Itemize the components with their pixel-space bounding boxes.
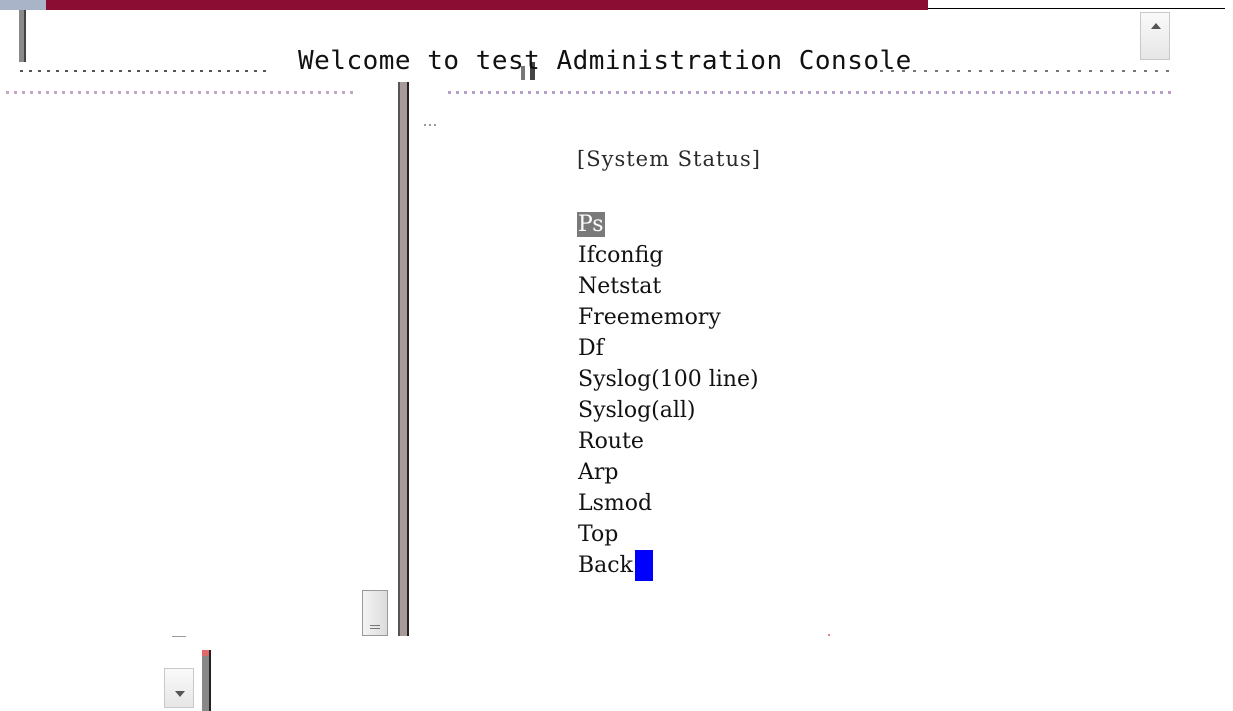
menu-item-freememory[interactable]: Freememory bbox=[577, 302, 761, 333]
menu-item-label: Freememory bbox=[578, 305, 721, 330]
menu-item-label: Route bbox=[578, 429, 644, 454]
grip-icon bbox=[370, 625, 380, 626]
menu-item-label: Arp bbox=[578, 460, 619, 485]
arrow-down-icon bbox=[175, 691, 185, 697]
menu-item-lsmod[interactable]: Lsmod bbox=[577, 488, 761, 519]
scrollbar-thumb[interactable] bbox=[362, 590, 388, 636]
menu-item-label: Df bbox=[578, 336, 604, 361]
bottom-splitter-cap bbox=[202, 650, 209, 656]
menu-item-syslog-all[interactable]: Syslog(all) bbox=[577, 395, 761, 426]
menu-item-label: Lsmod bbox=[578, 491, 653, 516]
dashed-divider-left bbox=[6, 91, 356, 94]
console-title: Welcome to test Administration Console bbox=[298, 46, 912, 76]
header-noise-right bbox=[880, 70, 1172, 72]
menu-list: Ps Ifconfig Netstat Freememory Df Syslog… bbox=[577, 209, 761, 581]
indicator-dots bbox=[424, 124, 436, 126]
pixel-artifact-line bbox=[172, 636, 186, 637]
menu-item-label: Syslog(all) bbox=[578, 398, 696, 423]
bottom-splitter bbox=[202, 650, 211, 711]
pane-splitter[interactable] bbox=[398, 82, 409, 636]
scroll-down-button[interactable] bbox=[164, 668, 194, 708]
text-cursor bbox=[634, 550, 653, 581]
menu-item-df[interactable]: Df bbox=[577, 333, 761, 364]
menu-item-label: Syslog(100 line) bbox=[578, 367, 759, 392]
arrow-up-icon bbox=[1151, 23, 1161, 29]
scroll-up-button[interactable] bbox=[1140, 12, 1170, 60]
menu-item-ifconfig[interactable]: Ifconfig bbox=[577, 240, 761, 271]
menu-item-label: Back bbox=[578, 553, 633, 578]
menu-item-label: Netstat bbox=[578, 274, 662, 299]
system-status-menu: [System Status] Ps Ifconfig Netstat Free… bbox=[577, 145, 761, 581]
menu-item-label: Top bbox=[578, 522, 619, 547]
menu-item-netstat[interactable]: Netstat bbox=[577, 271, 761, 302]
menu-item-ps[interactable]: Ps bbox=[577, 209, 761, 240]
top-accent-grey bbox=[0, 0, 46, 10]
menu-item-back[interactable]: Back bbox=[577, 550, 761, 581]
menu-item-syslog-100[interactable]: Syslog(100 line) bbox=[577, 364, 761, 395]
header-noise-left bbox=[20, 70, 270, 72]
menu-item-label: Ps bbox=[577, 212, 605, 237]
menu-heading: [System Status] bbox=[577, 147, 761, 171]
top-divider bbox=[928, 8, 1225, 9]
pixel-artifact bbox=[828, 634, 830, 636]
menu-item-top[interactable]: Top bbox=[577, 519, 761, 550]
left-splitter bbox=[19, 10, 26, 62]
title-bar-accent bbox=[46, 0, 928, 10]
menu-item-arp[interactable]: Arp bbox=[577, 457, 761, 488]
menu-item-route[interactable]: Route bbox=[577, 426, 761, 457]
menu-item-label: Ifconfig bbox=[578, 243, 664, 268]
dashed-divider-right bbox=[448, 91, 1172, 94]
